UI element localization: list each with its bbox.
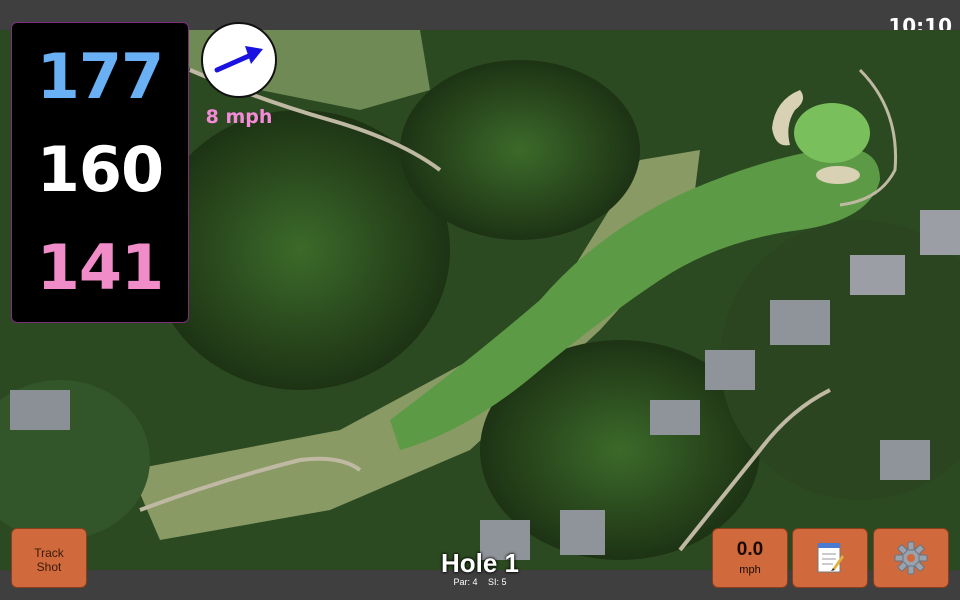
speed-unit: mph [739, 564, 761, 576]
track-shot-label-line2: Shot [36, 560, 62, 574]
wind-arrow-icon [214, 46, 263, 73]
settings-button[interactable] [873, 528, 949, 588]
wind-speed: 8 mph [205, 106, 273, 128]
hole-info: Par: 4 SI: 5 [380, 577, 580, 587]
notes-button[interactable] [792, 528, 868, 588]
track-shot-button[interactable]: Track Shot [11, 528, 87, 588]
hole-par: Par: 4 [453, 577, 478, 587]
notepad-icon [817, 543, 844, 573]
hole-title: Hole 1 [440, 548, 520, 578]
middle-distance: 160 [36, 133, 164, 206]
track-shot-label-line1: Track [34, 546, 64, 560]
back-distance: 177 [36, 40, 164, 113]
gear-icon [894, 541, 928, 575]
distance-panel: 177 160 141 [11, 22, 189, 323]
wind-indicator [201, 22, 277, 98]
front-distance: 141 [36, 231, 164, 304]
speed-button[interactable]: 0.0 mph [712, 528, 788, 588]
speed-value: 0.0 [736, 539, 764, 560]
hole-stroke-index: SI: 5 [488, 577, 507, 587]
